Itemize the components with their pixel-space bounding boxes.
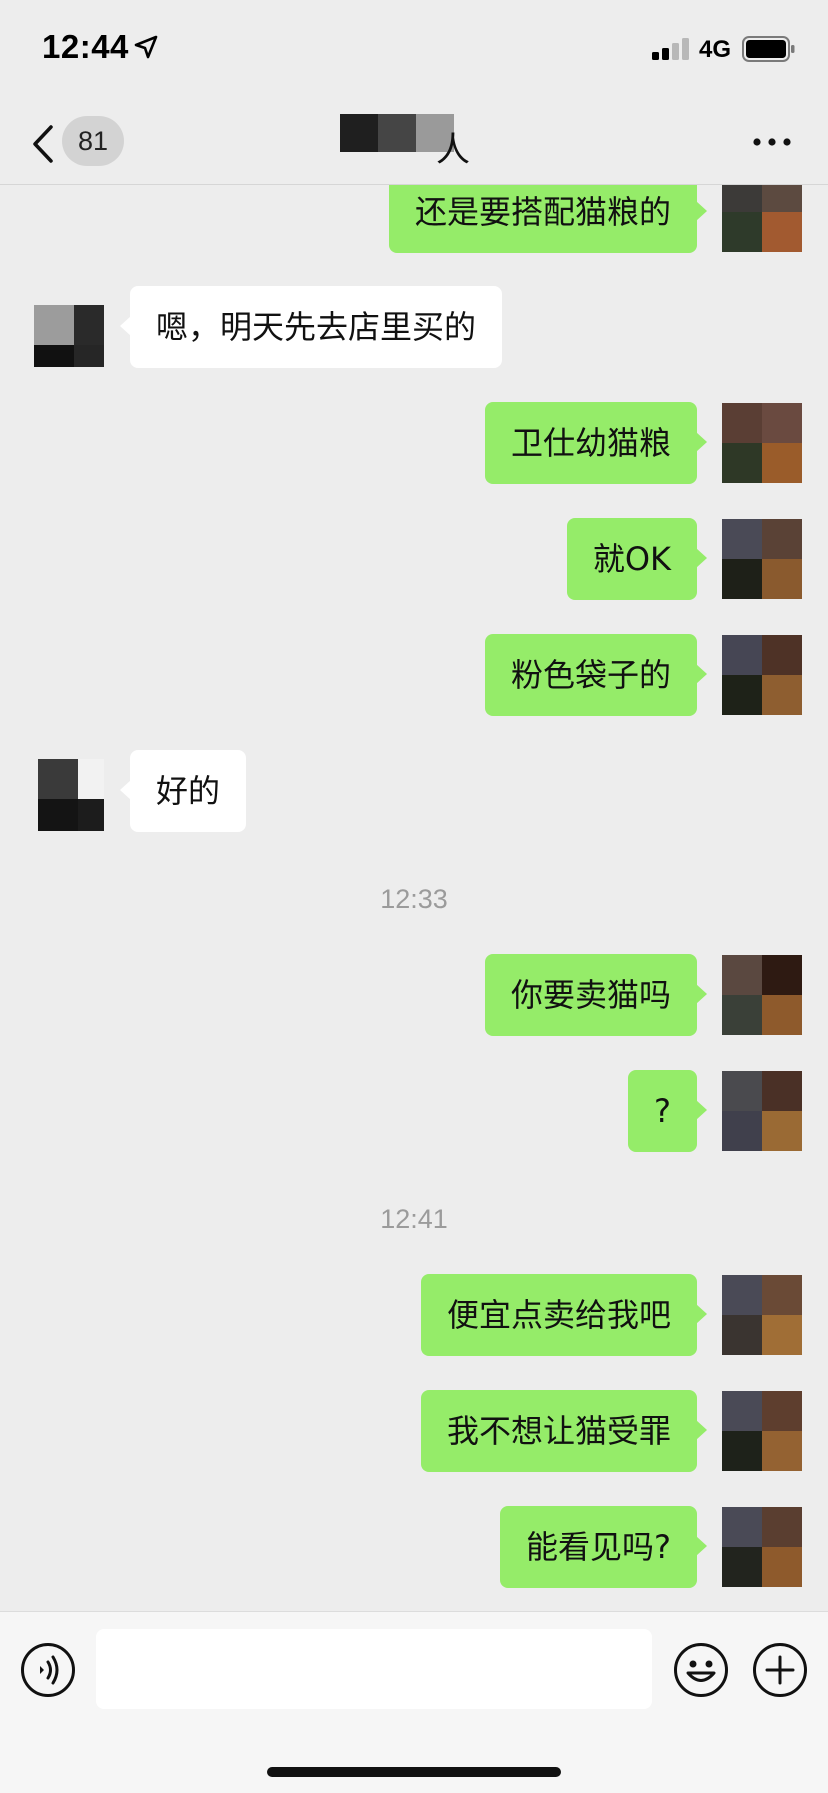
- message-row: 嗯，明天先去店里买的: [0, 286, 828, 370]
- message-row: 你要卖猫吗: [0, 954, 828, 1038]
- time-divider: 12:33: [380, 884, 448, 914]
- title-mosaic: [340, 114, 378, 152]
- my-avatar[interactable]: [722, 1391, 802, 1471]
- plus-circle-icon[interactable]: [752, 1642, 808, 1702]
- message-bubble-sent[interactable]: ?: [628, 1070, 707, 1152]
- my-avatar[interactable]: [722, 519, 802, 599]
- message-list[interactable]: 还是要搭配猫粮的 嗯，明天先去店里买的 卫仕幼猫粮 就OK 粉色袋子的 好的 1…: [0, 185, 828, 1610]
- cellular-signal-icon: [652, 38, 690, 64]
- nav-bar: 81 人: [0, 100, 828, 185]
- my-avatar[interactable]: [722, 185, 802, 252]
- status-bar: 12:44 4G: [0, 0, 828, 100]
- contact-avatar[interactable]: [24, 751, 104, 831]
- location-arrow-icon: [133, 34, 159, 64]
- title-mosaic: [378, 114, 416, 152]
- message-bubble-received[interactable]: 好的: [119, 750, 247, 832]
- message-row: 还是要搭配猫粮的: [0, 185, 828, 255]
- unread-count-badge[interactable]: 81: [62, 116, 124, 166]
- message-bubble-sent[interactable]: 能看见吗?: [500, 1506, 707, 1588]
- message-row: 就OK: [0, 518, 828, 602]
- message-bubble-sent[interactable]: 还是要搭配猫粮的: [388, 185, 708, 253]
- message-bubble-sent[interactable]: 粉色袋子的: [484, 634, 708, 716]
- battery-icon: [742, 36, 796, 66]
- title-text: 人: [436, 130, 470, 170]
- message-row: 便宜点卖给我吧: [0, 1274, 828, 1358]
- my-avatar[interactable]: [722, 1071, 802, 1151]
- message-bubble-sent[interactable]: 便宜点卖给我吧: [420, 1274, 708, 1356]
- message-row: ?: [0, 1070, 828, 1154]
- message-input[interactable]: [96, 1629, 652, 1709]
- message-bubble-sent[interactable]: 卫仕幼猫粮: [484, 402, 708, 484]
- my-avatar[interactable]: [722, 403, 802, 483]
- message-row: 我不想让猫受罪: [0, 1390, 828, 1474]
- contact-avatar[interactable]: [24, 287, 104, 367]
- input-bar: [0, 1611, 828, 1793]
- my-avatar[interactable]: [722, 1275, 802, 1355]
- voice-icon[interactable]: [20, 1642, 76, 1702]
- emoji-icon[interactable]: [673, 1642, 729, 1702]
- message-bubble-received[interactable]: 嗯，明天先去店里买的: [119, 286, 503, 368]
- message-bubble-sent[interactable]: 我不想让猫受罪: [420, 1390, 708, 1472]
- message-bubble-sent[interactable]: 就OK: [566, 518, 708, 600]
- message-bubble-sent[interactable]: 你要卖猫吗: [484, 954, 708, 1036]
- time-divider: 12:41: [380, 1204, 448, 1234]
- chevron-left-icon[interactable]: [30, 124, 56, 164]
- message-row: 卫仕幼猫粮: [0, 402, 828, 486]
- my-avatar[interactable]: [722, 1507, 802, 1587]
- message-row: 好的: [0, 750, 828, 834]
- message-row: 能看见吗?: [0, 1506, 828, 1590]
- home-indicator: [267, 1767, 561, 1777]
- message-row: 粉色袋子的: [0, 634, 828, 718]
- chat-title: 人: [340, 114, 480, 170]
- status-time: 12:44: [42, 28, 129, 65]
- network-type: 4G: [699, 36, 732, 63]
- my-avatar[interactable]: [722, 635, 802, 715]
- ellipsis-icon[interactable]: [752, 134, 792, 153]
- my-avatar[interactable]: [722, 955, 802, 1035]
